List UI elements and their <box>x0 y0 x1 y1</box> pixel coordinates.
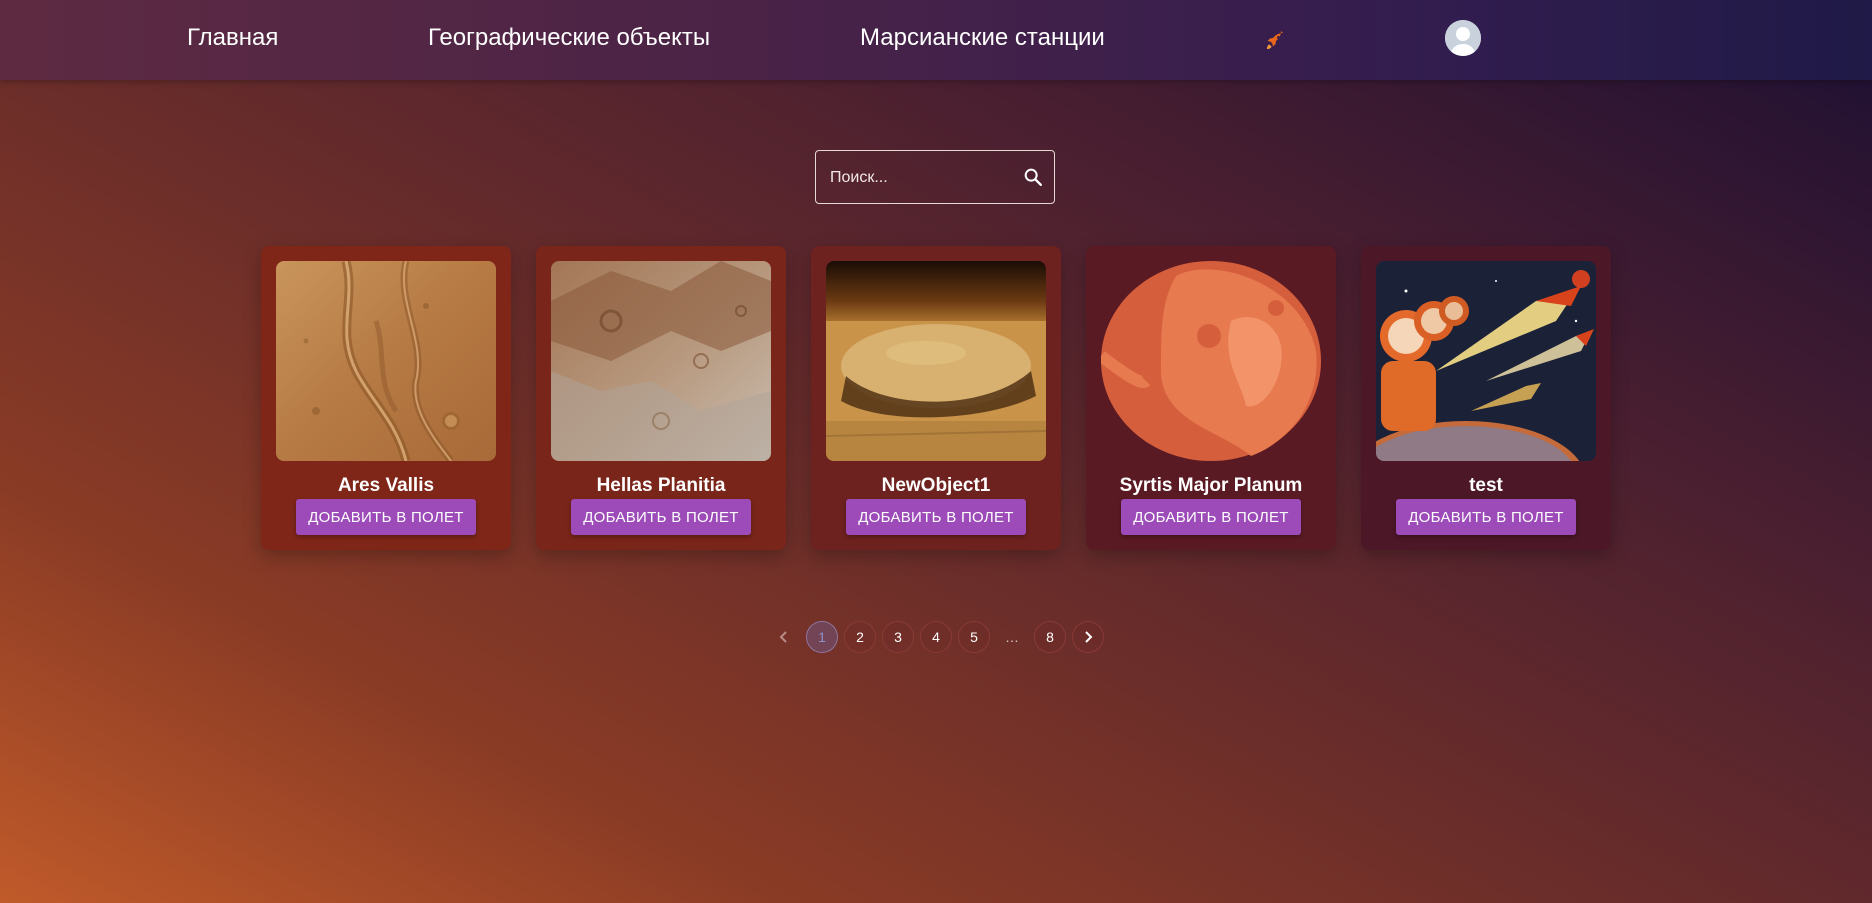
user-avatar-icon[interactable] <box>1445 20 1481 56</box>
card-image-newobject1[interactable] <box>826 261 1046 461</box>
card-title: Syrtis Major Planum <box>1119 475 1303 496</box>
chevron-right-icon[interactable] <box>1072 621 1104 653</box>
top-navbar: Главная Географические объекты Марсианск… <box>0 0 1872 80</box>
add-to-flight-button[interactable]: ДОБАВИТЬ В ПОЛЕТ <box>571 499 751 535</box>
page-button-1[interactable]: 1 <box>806 621 838 653</box>
card-image-ares-vallis[interactable] <box>276 261 496 461</box>
object-card-syrtis-major-planum: Syrtis Major Planum ДОБАВИТЬ В ПОЛЕТ <box>1086 246 1336 550</box>
page-button-last[interactable]: 8 <box>1034 621 1066 653</box>
card-image-syrtis-major-planum[interactable] <box>1101 261 1321 461</box>
page-button-2[interactable]: 2 <box>844 621 876 653</box>
page-ellipsis: … <box>1005 629 1019 645</box>
add-to-flight-button[interactable]: ДОБАВИТЬ В ПОЛЕТ <box>846 499 1026 535</box>
card-title: test <box>1469 475 1503 496</box>
card-title: Ares Vallis <box>337 475 435 496</box>
page-button-3[interactable]: 3 <box>882 621 914 653</box>
object-card-hellas-planitia: Hellas Planitia ДОБАВИТЬ В ПОЛЕТ <box>536 246 786 550</box>
search-icon[interactable] <box>1022 166 1044 188</box>
card-title: Hellas Planitia <box>596 475 726 496</box>
rocket-icon[interactable] <box>1263 29 1287 53</box>
add-to-flight-button[interactable]: ДОБАВИТЬ В ПОЛЕТ <box>296 499 476 535</box>
nav-link-home[interactable]: Главная <box>187 22 278 54</box>
nav-link-geo-objects[interactable]: Географические объекты <box>428 22 710 54</box>
object-card-newobject1: NewObject1 ДОБАВИТЬ В ПОЛЕТ <box>811 246 1061 550</box>
card-image-test[interactable] <box>1376 261 1596 461</box>
object-card-ares-vallis: Ares Vallis ДОБАВИТЬ В ПОЛЕТ <box>261 246 511 550</box>
add-to-flight-button[interactable]: ДОБАВИТЬ В ПОЛЕТ <box>1121 499 1301 535</box>
page-button-4[interactable]: 4 <box>920 621 952 653</box>
add-to-flight-button[interactable]: ДОБАВИТЬ В ПОЛЕТ <box>1396 499 1576 535</box>
page-button-5[interactable]: 5 <box>958 621 990 653</box>
chevron-left-icon[interactable] <box>768 621 800 653</box>
search-input[interactable] <box>828 151 1012 205</box>
card-title: NewObject1 <box>881 475 991 496</box>
card-image-hellas-planitia[interactable] <box>551 261 771 461</box>
object-card-test: test ДОБАВИТЬ В ПОЛЕТ <box>1361 246 1611 550</box>
nav-link-mars-stations[interactable]: Марсианские станции <box>860 22 1105 54</box>
search-field <box>815 150 1055 205</box>
